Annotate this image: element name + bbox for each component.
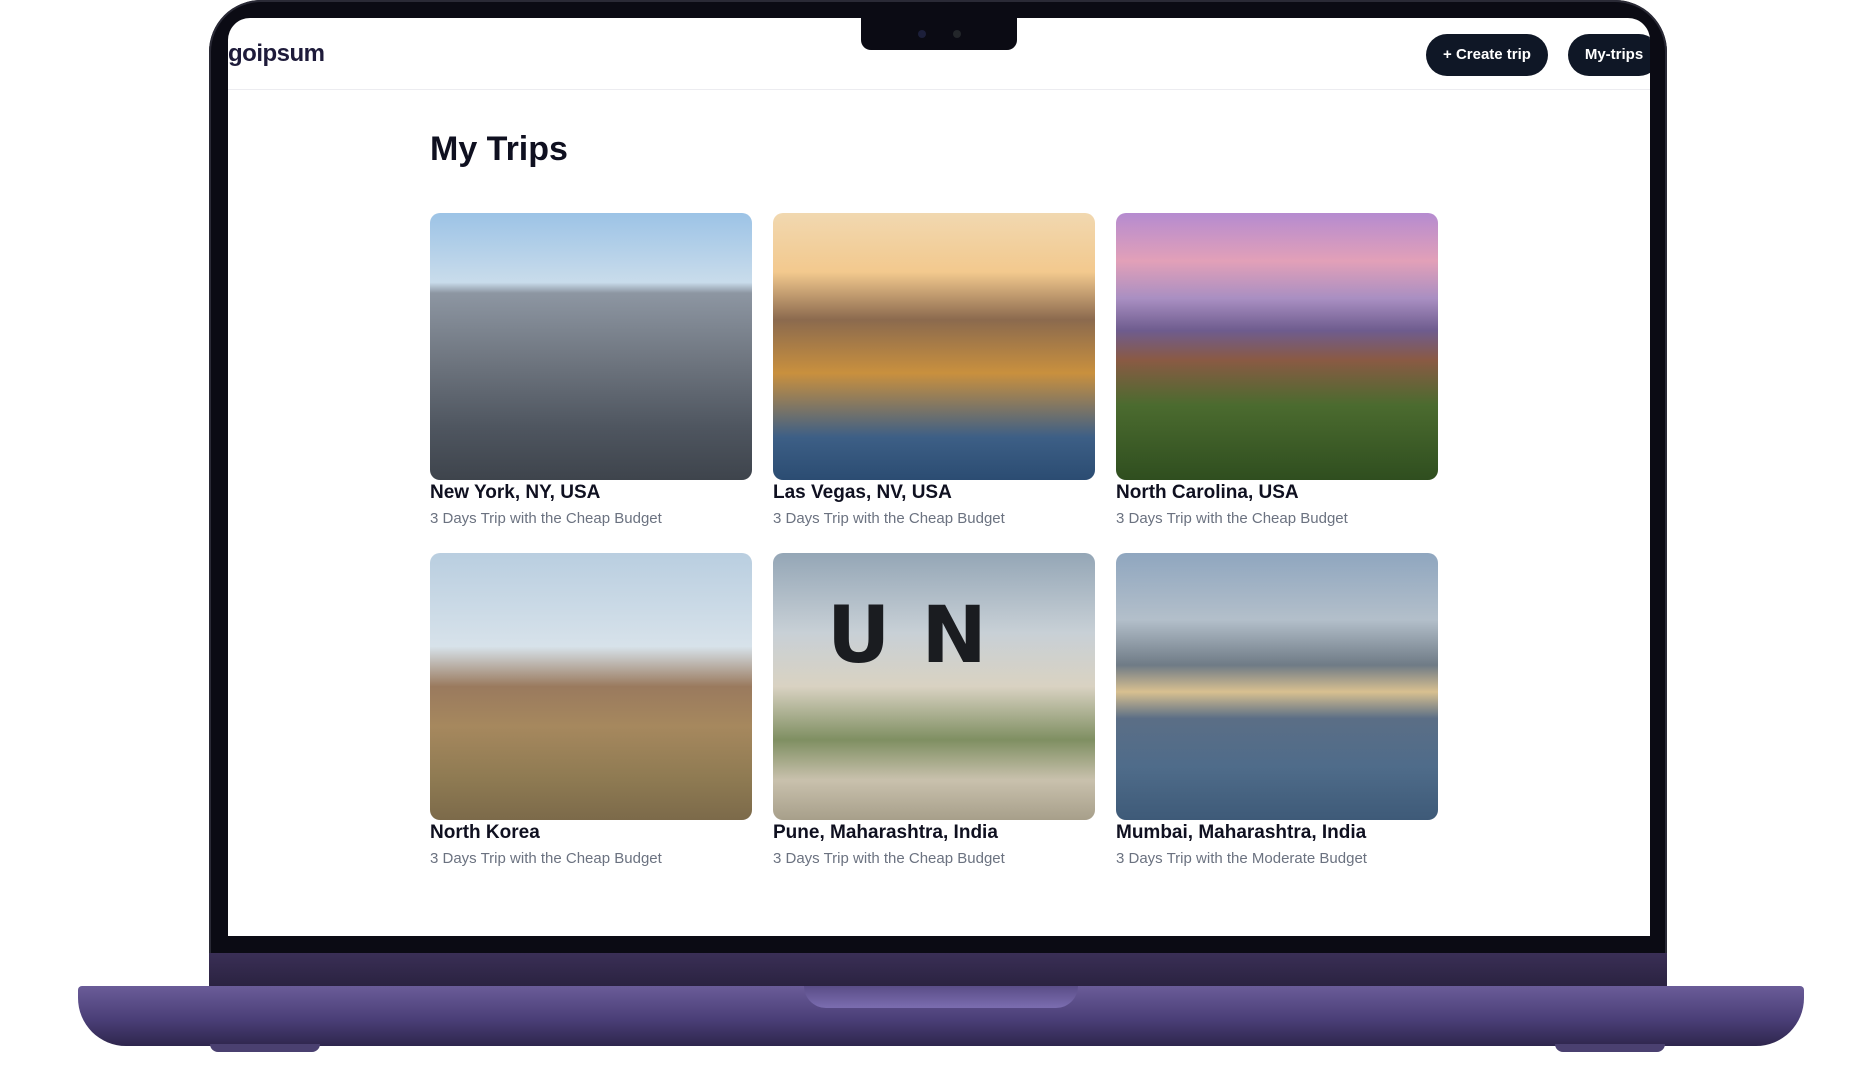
camera-icon xyxy=(918,30,926,38)
trip-subtitle: 3 Days Trip with the Moderate Budget xyxy=(1116,850,1367,867)
trip-card[interactable]: Mumbai, Maharashtra, India 3 Days Trip w… xyxy=(1116,553,1438,883)
laptop-foot-left xyxy=(210,1044,320,1052)
trip-card[interactable]: U N Pune, Maharashtra, India 3 Days Trip… xyxy=(773,553,1095,883)
trip-card[interactable]: New York, NY, USA 3 Days Trip with the C… xyxy=(430,213,752,543)
trip-title: Las Vegas, NV, USA xyxy=(773,482,952,503)
trip-photo[interactable]: U N xyxy=(773,553,1095,820)
trip-photo[interactable] xyxy=(1116,553,1438,820)
trip-subtitle: 3 Days Trip with the Cheap Budget xyxy=(430,850,662,867)
trip-card[interactable]: Las Vegas, NV, USA 3 Days Trip with the … xyxy=(773,213,1095,543)
laptop-foot-right xyxy=(1555,1044,1665,1052)
trip-card[interactable]: North Carolina, USA 3 Days Trip with the… xyxy=(1116,213,1438,543)
camera-notch xyxy=(861,18,1017,50)
app-logo[interactable]: goipsum xyxy=(228,40,325,68)
trip-subtitle: 3 Days Trip with the Cheap Budget xyxy=(1116,510,1348,527)
trip-photo[interactable] xyxy=(430,553,752,820)
trip-card[interactable]: North Korea 3 Days Trip with the Cheap B… xyxy=(430,553,752,883)
trip-subtitle: 3 Days Trip with the Cheap Budget xyxy=(773,510,1005,527)
trip-subtitle: 3 Days Trip with the Cheap Budget xyxy=(773,850,1005,867)
sensor-icon xyxy=(953,30,961,38)
laptop-screen: goipsum + Create trip My-trips My Trips … xyxy=(228,18,1650,936)
trip-photo[interactable] xyxy=(1116,213,1438,480)
trip-title: Pune, Maharashtra, India xyxy=(773,822,998,843)
create-trip-button[interactable]: + Create trip xyxy=(1426,34,1548,76)
trip-title: Mumbai, Maharashtra, India xyxy=(1116,822,1367,843)
laptop-hinge xyxy=(209,953,1667,987)
trip-title: New York, NY, USA xyxy=(430,482,601,503)
my-trips-button[interactable]: My-trips xyxy=(1568,34,1650,76)
photo-text: U N xyxy=(827,591,989,681)
laptop-base-lip xyxy=(804,986,1078,1008)
trip-title: North Carolina, USA xyxy=(1116,482,1299,503)
trip-photo[interactable] xyxy=(430,213,752,480)
trip-subtitle: 3 Days Trip with the Cheap Budget xyxy=(430,510,662,527)
trip-title: North Korea xyxy=(430,822,540,843)
page-title: My Trips xyxy=(430,130,568,168)
trip-photo[interactable] xyxy=(773,213,1095,480)
